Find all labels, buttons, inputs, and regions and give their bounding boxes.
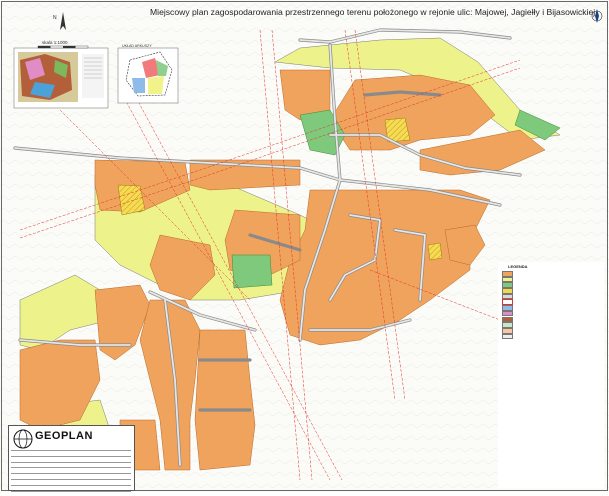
company-name: GEOPLAN (35, 430, 93, 442)
legend: LEGENDA (498, 262, 604, 488)
map-sheet: Miejscowy plan zagospodarowania przestrz… (0, 0, 609, 492)
location-map (13, 47, 109, 109)
title-block: GEOPLAN (8, 425, 135, 492)
title-block-row (11, 490, 131, 496)
plan-title: Miejscowy plan zagospodarowania przestrz… (150, 7, 596, 17)
legend-title: LEGENDA (508, 264, 528, 269)
title-block-table (11, 450, 131, 496)
geoplan-logo-icon (13, 429, 33, 449)
legend-list (498, 271, 604, 340)
inset-label: UKŁAD ARKUSZY (122, 44, 152, 48)
scale-label: skala 1:1000 (42, 40, 68, 45)
legend-item (502, 333, 604, 340)
north-label: N (53, 15, 57, 21)
legend-swatch (502, 333, 513, 340)
scale-bar (37, 45, 89, 49)
sheet-layout-inset (117, 47, 179, 104)
